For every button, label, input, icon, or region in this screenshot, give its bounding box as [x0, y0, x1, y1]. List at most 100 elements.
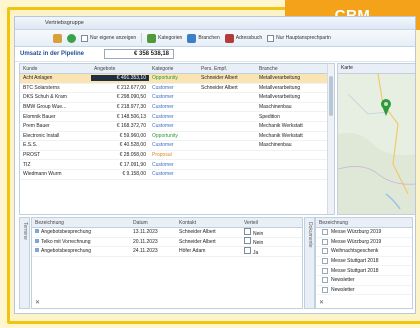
table-row[interactable]: Telko mit Vorrechnung 20.11.2023 Schneider… [32, 237, 302, 248]
verteil-checkbox[interactable] [244, 237, 251, 245]
main-partners-toggle[interactable]: Nur Hauptansprechpartn [267, 34, 331, 42]
cell-angebote: € 491.353,10 [91, 75, 149, 82]
tab-termine-label: Termine [22, 222, 28, 240]
documents-list: Bezeichnung Messe Würzburg 2019 Messe Wür… [315, 217, 413, 309]
table-row[interactable]: Acht Anlagen € 491.353,10 Opportunity Schne… [20, 74, 334, 84]
col-verteil[interactable]: Verteil [241, 220, 294, 226]
cell-angebote: € 40.528,00 [119, 142, 146, 149]
document-icon [322, 238, 328, 245]
table-row[interactable]: Electronic Install € 59.960,00 Opportunity… [20, 132, 334, 142]
tab-dokumente[interactable]: Dokumente [304, 217, 315, 309]
cell-kunde: TIZ [23, 161, 31, 168]
table-row[interactable]: Angebotsbesprechung 24.11.2023 Höfer Adam J… [32, 246, 302, 257]
own-only-checkbox[interactable] [81, 34, 88, 42]
document-label: Messe Stuttgart 2018 [331, 267, 379, 274]
table-row[interactable]: BTC Solarsterns € 212.677,00 Customer Schne… [20, 84, 334, 94]
col-empf[interactable]: Pers. Empf. [198, 66, 256, 72]
tab-termine[interactable]: Termine [19, 217, 30, 309]
document-icon [322, 267, 328, 274]
cell-verteil-text: Nein [253, 230, 264, 237]
toolbar: Nur eigene anzeigen Kategorien Branchen … [15, 30, 415, 47]
list-item[interactable]: Weihnachtsgeschenk [316, 247, 412, 257]
close-icon[interactable]: ✕ [35, 299, 40, 306]
document-icon [322, 229, 328, 236]
cell-kunde: Acht Anlagen [23, 75, 53, 82]
address-book-button[interactable]: Adressbuch [224, 33, 262, 43]
cell-datum: 20.11.2023 [133, 238, 158, 245]
industries-dropdown[interactable]: Branchen [187, 33, 220, 43]
cell-kunde: DKS Schuh & Kram [23, 94, 67, 101]
categories-label: Kategorien [158, 35, 183, 41]
customer-grid: Kunde Angebote Kategorie Pers. Empf. Bra… [19, 63, 335, 215]
list-item[interactable]: Messe Stuttgart 2018 [316, 266, 412, 276]
list-item[interactable]: Messe Würzburg 2019 [316, 228, 412, 238]
list-item[interactable]: Messe Würzburg 2019 [316, 238, 412, 248]
cell-empf: Schneider Albert [201, 75, 238, 82]
col-datum[interactable]: Datum [130, 220, 176, 226]
activity-icon [35, 248, 39, 253]
document-label: Newsletter [331, 286, 355, 293]
list-item[interactable]: Messe Stuttgart 2018 [316, 257, 412, 267]
cell-angebote: € 9.158,00 [122, 171, 146, 178]
cell-kategorie: Customer [152, 161, 174, 168]
cell-kunde: Prem Bauer [23, 123, 50, 130]
categories-dropdown[interactable]: Kategorien [147, 33, 183, 43]
list-item[interactable]: Newsletter [316, 276, 412, 286]
table-row[interactable]: Wiedmann Wurm € 9.158,00 Customer [20, 170, 334, 180]
table-row[interactable]: BMW Group Wue... € 218.977,30 Customer Masc… [20, 103, 334, 113]
cell-bezeichnung-text: Telko mit Vorrechnung [41, 238, 91, 245]
cell-branche: Spedition [259, 113, 280, 120]
new-record-icon[interactable] [53, 33, 62, 43]
document-label: Weihnachtsgeschenk [331, 248, 379, 255]
col-kontakt[interactable]: Kontakt [176, 220, 241, 226]
verteil-checkbox[interactable] [244, 227, 251, 235]
lower-panels: Termine Bezeichnung Datum Kontakt Vertei… [19, 217, 413, 309]
cell-bezeichnung: Angebotsbesprechung [32, 229, 130, 235]
cell-angebote: € 212.677,00 [116, 84, 146, 91]
title-bar: Vertriebsgruppe [15, 17, 415, 30]
grid-rows: Acht Anlagen € 491.353,10 Opportunity Schne… [20, 74, 334, 180]
grid-scroll-thumb[interactable] [329, 76, 333, 116]
document-icon [322, 286, 328, 293]
pipeline-summary: Umsatz in der Pipeline € 358 538,18 [15, 47, 415, 62]
col-angebote[interactable]: Angebote [91, 66, 149, 72]
documents-close-icon[interactable]: ✕ [319, 299, 324, 306]
cell-verteil: Nein [241, 227, 294, 237]
cell-kunde: E.S.S. [23, 142, 38, 149]
activity-icon [35, 238, 39, 243]
table-row[interactable]: DKS Schuh & Kram € 298.090,50 Customer Meta… [20, 93, 334, 103]
cell-bezeichnung-text: Angebotsbesprechung [41, 229, 92, 236]
cell-bezeichnung-text: Angebotsbesprechung [41, 248, 92, 255]
col-kunde[interactable]: Kunde [20, 66, 91, 72]
table-row[interactable]: PROST € 28.058,00 Proposal [20, 151, 334, 161]
cell-branche: Mechanik Werkstatt [259, 132, 303, 139]
documents-rows: Messe Würzburg 2019 Messe Würzburg 2019 We… [316, 228, 412, 296]
cell-kunde: PROST [23, 152, 41, 159]
col-kategorie[interactable]: Kategorie [149, 66, 198, 72]
list-item[interactable]: Newsletter [316, 286, 412, 296]
cell-verteil: Nein [241, 237, 294, 246]
refresh-icon[interactable] [67, 33, 76, 43]
table-row[interactable]: Elomnik Bauer € 148.506,13 Customer Spediti… [20, 112, 334, 122]
industries-icon [187, 33, 197, 43]
cell-kategorie: Customer [152, 171, 174, 178]
own-only-toggle[interactable]: Nur eigene anzeigen [81, 34, 136, 42]
verteil-checkbox[interactable] [244, 246, 251, 254]
address-book-icon [224, 33, 234, 43]
cell-angebote: € 298.090,50 [116, 94, 146, 101]
col-bezeichnung[interactable]: Bezeichnung [32, 220, 130, 226]
col-branche[interactable]: Branche [256, 66, 329, 72]
cell-kategorie: Customer [152, 104, 174, 111]
table-row[interactable]: TIZ € 17.091,90 Customer [20, 160, 334, 170]
main-partners-checkbox[interactable] [267, 34, 275, 42]
map-panel: Karte [337, 63, 416, 215]
map-view[interactable] [338, 73, 416, 215]
table-row[interactable]: E.S.S. € 40.528,00 Customer Maschinenbau [20, 141, 334, 151]
document-icon [322, 248, 328, 255]
table-row[interactable]: Angebotsbesprechung 13.11.2023 Schneider A… [32, 227, 302, 238]
table-row[interactable]: Prem Bauer € 168.372,70 Customer Mechanik W… [20, 122, 334, 132]
grid-header: Kunde Angebote Kategorie Pers. Empf. Bra… [20, 64, 334, 74]
cell-kategorie: Opportunity [152, 75, 178, 82]
grid-scrollbar[interactable] [327, 64, 334, 214]
cell-kunde: BTC Solarsterns [23, 84, 60, 91]
